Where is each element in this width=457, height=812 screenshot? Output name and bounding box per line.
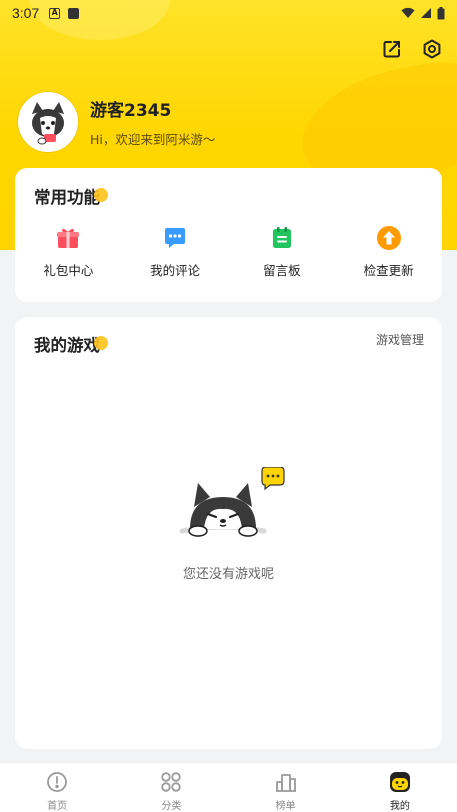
tab-label: 首页 bbox=[47, 801, 68, 812]
empty-state: 您还没有游戏呢 bbox=[15, 467, 442, 582]
tab-home[interactable]: 首页 bbox=[0, 763, 114, 812]
settings-button[interactable] bbox=[421, 38, 443, 60]
husky-avatar-icon bbox=[20, 94, 76, 150]
comment-icon bbox=[165, 228, 186, 248]
username[interactable]: 游客2345 bbox=[90, 96, 215, 121]
home-icon bbox=[47, 772, 68, 792]
common-features-card: 常用功能 礼包中心 我的评论 留言板 检查更新 bbox=[15, 168, 442, 302]
features-title: 常用功能 bbox=[34, 184, 108, 208]
avatar[interactable] bbox=[18, 92, 78, 152]
games-title-text: 我的游戏 bbox=[34, 336, 100, 355]
husky-empty-illustration bbox=[179, 467, 285, 537]
tab-category[interactable]: 分类 bbox=[114, 763, 228, 812]
share-button[interactable] bbox=[381, 38, 403, 60]
features-title-text: 常用功能 bbox=[34, 188, 100, 207]
ranking-icon bbox=[275, 774, 296, 792]
wifi-icon bbox=[401, 7, 415, 18]
feature-label: 我的评论 bbox=[150, 263, 201, 278]
title-dot-icon bbox=[94, 188, 108, 202]
gear-icon bbox=[423, 39, 441, 59]
feature-gift-center[interactable]: 礼包中心 bbox=[15, 224, 122, 279]
features-grid: 礼包中心 我的评论 留言板 检查更新 bbox=[15, 224, 442, 279]
feature-label: 检查更新 bbox=[363, 263, 414, 278]
status-bar: 3:07 A bbox=[0, 0, 457, 26]
share-icon bbox=[383, 41, 400, 58]
category-icon bbox=[161, 772, 182, 792]
game-management-link[interactable]: 游戏管理 bbox=[376, 331, 424, 348]
feature-label: 礼包中心 bbox=[43, 263, 94, 278]
status-time: 3:07 bbox=[12, 5, 40, 21]
tab-ranking[interactable]: 榜单 bbox=[229, 763, 343, 812]
upload-arrow-icon bbox=[376, 226, 401, 250]
feature-message-board[interactable]: 留言板 bbox=[229, 224, 336, 279]
welcome-text: Hi，欢迎来到阿米游～ bbox=[90, 132, 216, 147]
games-title: 我的游戏 bbox=[34, 332, 108, 356]
tab-label: 分类 bbox=[161, 801, 182, 812]
notification-square-icon bbox=[68, 7, 80, 19]
notification-a-icon: A bbox=[49, 7, 61, 19]
feature-check-update[interactable]: 检查更新 bbox=[335, 224, 442, 279]
feature-label: 留言板 bbox=[263, 263, 301, 278]
tab-mine[interactable]: 我的 bbox=[343, 763, 457, 812]
profile-section[interactable]: 游客2345 Hi，欢迎来到阿米游～ bbox=[18, 92, 215, 152]
bottom-tab-bar: 首页 分类 榜单 我的 bbox=[0, 762, 457, 812]
title-dot-icon bbox=[94, 336, 108, 350]
profile-face-icon bbox=[389, 772, 410, 792]
tab-label: 我的 bbox=[389, 801, 410, 812]
notepad-icon bbox=[272, 227, 291, 248]
signal-icon bbox=[421, 8, 431, 18]
tab-label: 榜单 bbox=[275, 801, 296, 812]
empty-state-text: 您还没有游戏呢 bbox=[182, 567, 274, 582]
gift-icon bbox=[57, 228, 80, 248]
battery-icon bbox=[437, 6, 445, 19]
feature-my-comments[interactable]: 我的评论 bbox=[122, 224, 229, 279]
my-games-card: 我的游戏 游戏管理 您还没有游戏呢 bbox=[15, 317, 442, 749]
